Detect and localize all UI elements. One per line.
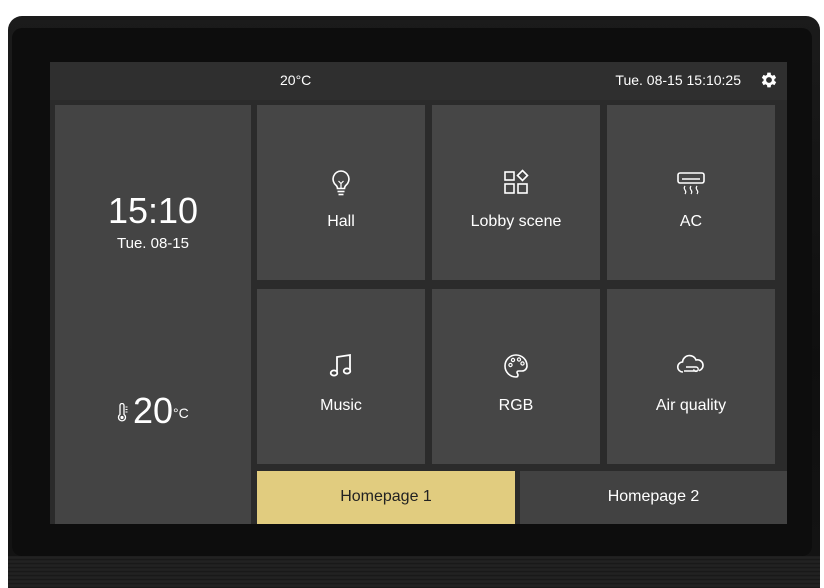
status-bar: 20°C Tue. 08-15 15:10:25 [50, 62, 787, 100]
tab-homepage-2[interactable]: Homepage 2 [520, 471, 787, 524]
clock-time: 15:10 [107, 190, 199, 231]
tile-hall[interactable]: Hall [257, 105, 425, 280]
tab-label: Homepage 1 [340, 488, 432, 505]
tile-label: AC [679, 213, 703, 230]
tile-lobby-scene[interactable]: Lobby scene [432, 105, 600, 280]
device-base [8, 556, 820, 588]
clock-date: Tue. 08-15 [117, 235, 189, 252]
music-note-icon [329, 353, 352, 377]
tile-label: Lobby scene [470, 213, 562, 230]
status-temperature: 20°C [280, 72, 312, 88]
thermometer-icon [117, 403, 128, 422]
tile-air-quality[interactable]: Air quality [607, 289, 775, 464]
tab-label: Homepage 2 [607, 488, 700, 505]
touch-screen: 20°C Tue. 08-15 15:10:25 15:10 Tue. 08-1… [50, 62, 787, 524]
cloud-wind-icon [676, 354, 704, 373]
room-temperature-unit: °C [173, 405, 189, 421]
air-conditioner-icon [677, 172, 705, 195]
tile-label: RGB [498, 397, 534, 414]
tile-music[interactable]: Music [257, 289, 425, 464]
tile-label: Music [320, 397, 362, 414]
room-temperature-value: 20 [133, 390, 174, 431]
scene-grid-icon [504, 169, 529, 194]
gear-icon[interactable] [759, 70, 779, 90]
status-datetime: Tue. 08-15 15:10:25 [615, 72, 741, 88]
tile-label: Air quality [655, 397, 727, 414]
room-temperature: 20°C [115, 391, 189, 431]
info-panel: 15:10 Tue. 08-15 20°C [55, 105, 251, 524]
tile-label: Hall [327, 213, 355, 230]
palette-icon [504, 354, 528, 378]
lightbulb-icon [332, 170, 350, 196]
tile-ac[interactable]: AC [607, 105, 775, 280]
tab-homepage-1[interactable]: Homepage 1 [257, 471, 515, 524]
tile-rgb[interactable]: RGB [432, 289, 600, 464]
